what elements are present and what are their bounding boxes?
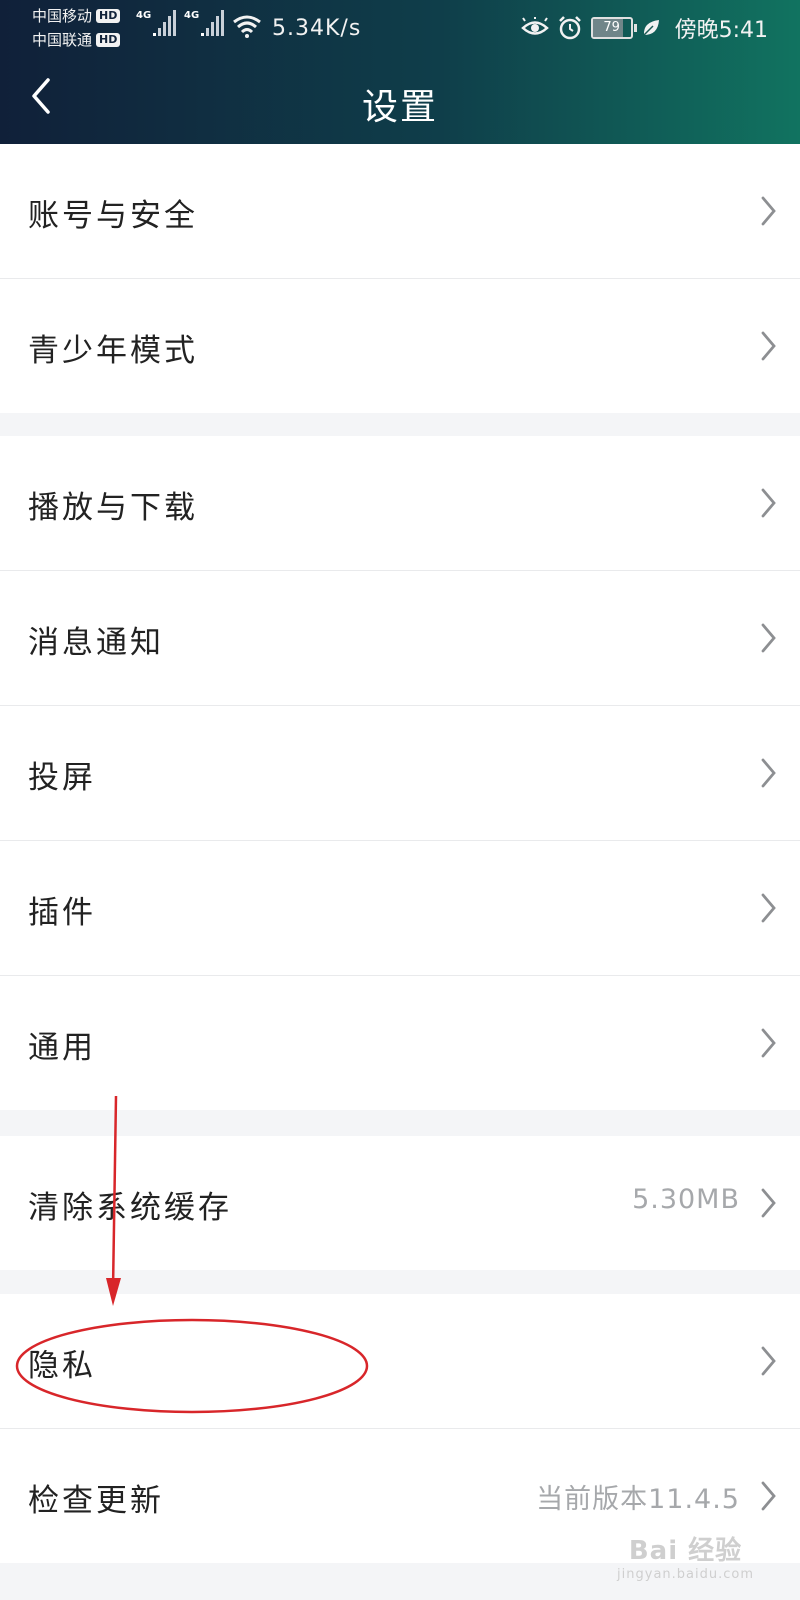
chevron-right-icon [761,1481,776,1511]
alarm-icon [558,16,581,40]
settings-item-privacy[interactable]: 隐私 [0,1294,800,1429]
settings-item-label: 青少年模式 [28,333,198,369]
wifi-icon [233,15,261,38]
settings-item-account-security[interactable]: 账号与安全 [0,144,800,279]
settings-group-privacy: 隐私 检查更新 当前版本11.4.5 [0,1294,800,1563]
chevron-right-icon [761,196,776,226]
settings-group-cache: 清除系统缓存 5.30MB [0,1136,800,1270]
signal-icon: 4G [136,10,178,36]
settings-item-playback-download[interactable]: 播放与下载 [0,436,800,571]
chevron-right-icon [761,331,776,361]
cache-size-value: 5.30MB [632,1184,740,1215]
status-icons: 79 傍晚5:41 [520,12,768,44]
settings-item-general[interactable]: 通用 [0,976,800,1110]
carrier-info: 中国移动 HD 中国联通 HD [32,4,121,52]
chevron-right-icon [761,1188,776,1218]
version-value: 当前版本11.4.5 [536,1484,740,1515]
watermark: Bai 经验 jingyan.baidu.com [617,1530,754,1582]
chevron-right-icon [761,1028,776,1058]
chevron-right-icon [761,488,776,518]
chevron-right-icon [761,623,776,653]
settings-item-cast[interactable]: 投屏 [0,706,800,841]
carrier-1: 中国移动 [32,7,93,25]
settings-item-label: 播放与下载 [28,490,198,526]
page-title: 设置 [361,87,438,128]
watermark-url: jingyan.baidu.com [617,1567,754,1582]
settings-item-label: 账号与安全 [28,198,198,234]
settings-group-account: 账号与安全 青少年模式 [0,144,800,413]
settings-item-label: 通用 [28,1030,96,1066]
clock: 傍晚5:41 [674,18,768,43]
watermark-logo-text: Bai 经验 [628,1536,743,1566]
settings-item-plugins[interactable]: 插件 [0,841,800,976]
settings-item-label: 插件 [28,895,96,931]
carrier-2: 中国联通 [32,31,93,49]
settings-item-teen-mode[interactable]: 青少年模式 [0,279,800,413]
battery-icon: 79 [590,17,637,39]
hd-badge: HD [96,9,121,23]
settings-group-general: 播放与下载 消息通知 投屏 插件 通用 [0,436,800,1110]
leaf-icon [643,20,659,36]
signal-icon: 4G [184,10,226,36]
settings-item-notifications[interactable]: 消息通知 [0,571,800,706]
chevron-right-icon [761,893,776,923]
settings-item-label: 检查更新 [28,1483,164,1519]
settings-item-label: 清除系统缓存 [28,1190,232,1226]
hd-badge: HD [96,33,121,47]
eye-icon [520,17,549,35]
settings-item-label: 消息通知 [28,625,164,661]
settings-item-label: 投屏 [28,760,96,796]
app-header: 中国移动 HD 中国联通 HD 4G 4G 5.34K/s 79 傍晚5:41 … [0,0,800,144]
chevron-right-icon [761,1346,776,1376]
settings-item-label: 隐私 [28,1348,96,1384]
battery-level: 79 [603,20,620,35]
network-speed: 5.34K/s [272,16,362,41]
settings-item-clear-cache[interactable]: 清除系统缓存 5.30MB [0,1136,800,1270]
chevron-right-icon [761,758,776,788]
